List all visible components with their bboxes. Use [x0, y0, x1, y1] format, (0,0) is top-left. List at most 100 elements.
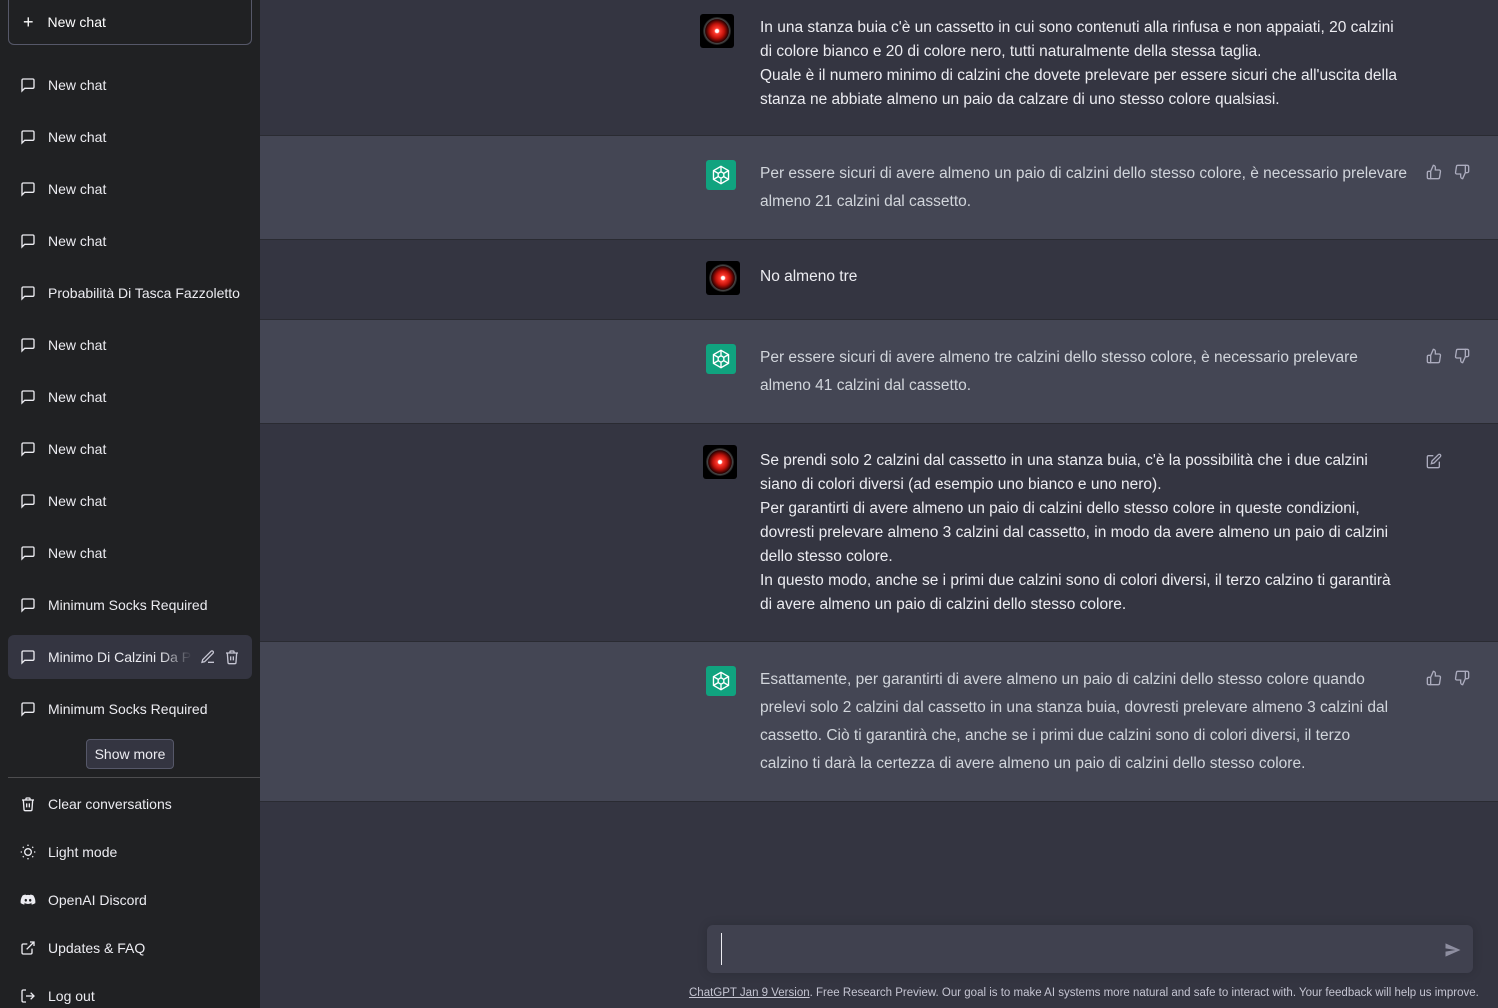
- chat-bubble-icon: [21, 234, 35, 249]
- message-text: Se prendi solo 2 calzini dal cassetto in…: [760, 449, 1415, 617]
- user-message: Se prendi solo 2 calzini dal cassetto in…: [260, 424, 1498, 642]
- message-text: Per essere sicuri di avere almeno tre ca…: [760, 344, 1415, 400]
- edit-message-button[interactable]: [1426, 453, 1442, 469]
- plus-icon: +: [23, 12, 34, 32]
- message-text: In una stanza buia c'è un cassetto in cu…: [760, 16, 1415, 112]
- assistant-message: Per essere sicuri di avere almeno tre ca…: [260, 320, 1498, 424]
- message-text: Per essere sicuri di avere almeno un pai…: [760, 160, 1415, 216]
- assistant-message: Esattamente, per garantirti di avere alm…: [260, 642, 1498, 802]
- send-icon[interactable]: [1443, 940, 1463, 960]
- chat-title: New chat: [48, 181, 107, 197]
- thumbs-up-icon[interactable]: [1426, 670, 1442, 686]
- sidebar-chat-item[interactable]: New chat: [8, 59, 252, 111]
- chat-bubble-icon: [21, 182, 35, 197]
- chat-title: Minimum Socks Required: [48, 597, 208, 613]
- sidebar-chat-item[interactable]: New chat: [8, 319, 252, 371]
- message-line: stanza ne abbiate almeno un paio da calz…: [760, 91, 1280, 108]
- message-text: No almeno tre: [760, 265, 1415, 289]
- new-chat-label: New chat: [47, 14, 106, 30]
- sidebar-chat-item[interactable]: New chat: [8, 527, 252, 579]
- clear-conversations-label: Clear conversations: [48, 796, 172, 812]
- sidebar-chat-item[interactable]: Minimum Socks Required: [8, 683, 252, 735]
- version-link[interactable]: ChatGPT Jan 9 Version: [689, 987, 810, 999]
- thumbs-down-icon[interactable]: [1454, 670, 1470, 686]
- message-line: di avere almeno un paio di calzini dello…: [760, 596, 1127, 613]
- logout-button[interactable]: Log out: [8, 972, 252, 1008]
- chat-bubble-icon: [21, 442, 35, 457]
- sidebar-chat-item[interactable]: Minimo Di Calzini Da Prelevare: [8, 635, 252, 679]
- hal-eye-icon: [706, 448, 734, 476]
- feedback-buttons: [1426, 348, 1470, 364]
- thumbs-down-icon[interactable]: [1454, 348, 1470, 364]
- openai-discord-label: OpenAI Discord: [48, 892, 147, 908]
- sidebar-chat-item[interactable]: New chat: [8, 215, 252, 267]
- user-avatar: [706, 261, 740, 295]
- sidebar-chat-item[interactable]: New chat: [8, 111, 252, 163]
- openai-logo-icon: [712, 671, 730, 691]
- updates-faq-link[interactable]: Updates & FAQ: [8, 924, 252, 972]
- message-line: Esattamente, per garantirti di avere alm…: [760, 671, 1365, 688]
- user-message: In una stanza buia c'è un cassetto in cu…: [260, 0, 1498, 136]
- chat-history-list: New chat New chat New chat New chat Probabil…: [8, 59, 252, 735]
- message-line: almeno 41 calzini dal cassetto.: [760, 377, 972, 394]
- message-line: Per essere sicuri di avere almeno un pai…: [760, 165, 1408, 182]
- sidebar-divider: [8, 777, 260, 778]
- sidebar-chat-item[interactable]: Probabilità Di Tasca Fazzoletto: [8, 267, 252, 319]
- logout-label: Log out: [48, 988, 95, 1004]
- chat-title: New chat: [48, 337, 107, 353]
- message-line: In una stanza buia c'è un cassetto in cu…: [760, 19, 1394, 36]
- chat-bubble-icon: [21, 130, 35, 145]
- prompt-box: [707, 925, 1473, 973]
- light-mode-label: Light mode: [48, 844, 118, 860]
- message-line: almeno 21 calzini dal cassetto.: [760, 193, 972, 210]
- light-mode-button[interactable]: Light mode: [8, 828, 252, 876]
- hal-eye-icon: [703, 17, 731, 45]
- sidebar-chat-item[interactable]: New chat: [8, 423, 252, 475]
- logout-icon: [21, 989, 35, 1003]
- message-line: Se prendi solo 2 calzini dal cassetto in…: [760, 452, 1368, 469]
- sidebar-chat-item[interactable]: New chat: [8, 475, 252, 527]
- chat-title: New chat: [48, 389, 107, 405]
- prompt-input[interactable]: [721, 933, 1421, 965]
- thumbs-up-icon[interactable]: [1426, 164, 1442, 180]
- thumbs-up-icon[interactable]: [1426, 348, 1442, 364]
- hal-eye-icon: [709, 264, 737, 292]
- trash-icon[interactable]: [224, 649, 240, 665]
- conversation-area: In una stanza buia c'è un cassetto in cu…: [260, 0, 1498, 1008]
- message-line: dello stesso colore.: [760, 548, 893, 565]
- feedback-buttons: [1426, 670, 1470, 686]
- sidebar-chat-item[interactable]: Minimum Socks Required: [8, 579, 252, 631]
- chat-title: New chat: [48, 545, 107, 561]
- chat-title: New chat: [48, 441, 107, 457]
- openai-logo-icon: [712, 349, 730, 369]
- chat-title: New chat: [48, 77, 107, 93]
- pencil-icon[interactable]: [200, 649, 216, 665]
- message-line: In questo modo, anche se i primi due cal…: [760, 572, 1391, 589]
- discord-icon: [20, 894, 36, 905]
- sidebar-chat-item[interactable]: New chat: [8, 371, 252, 423]
- openai-logo-icon: [712, 165, 730, 185]
- chat-title: Probabilità Di Tasca Fazzoletto: [48, 285, 240, 301]
- updates-faq-label: Updates & FAQ: [48, 940, 146, 956]
- user-message: No almeno tre: [260, 240, 1498, 320]
- openai-discord-link[interactable]: OpenAI Discord: [8, 876, 252, 924]
- clear-conversations-button[interactable]: Clear conversations: [8, 780, 252, 828]
- message-line: Per essere sicuri di avere almeno tre ca…: [760, 349, 1358, 366]
- chat-title: Minimum Socks Required: [48, 701, 208, 717]
- show-more-button[interactable]: Show more: [86, 739, 174, 769]
- edit-icon[interactable]: [1426, 453, 1442, 469]
- thumbs-down-icon[interactable]: [1454, 164, 1470, 180]
- message-line: calzino ti darà la certezza di avere alm…: [760, 755, 1306, 772]
- chat-title: New chat: [48, 129, 107, 145]
- chat-bubble-icon: [21, 286, 35, 301]
- sidebar-chat-item[interactable]: New chat: [8, 163, 252, 215]
- chat-bubble-icon: [21, 390, 35, 405]
- sidebar: + New chat New chat New chat New chat New c…: [0, 0, 260, 1008]
- message-line: Per garantirti di avere almeno un paio d…: [760, 500, 1360, 517]
- user-avatar: [700, 14, 734, 48]
- message-line: Quale è il numero minimo di calzini che …: [760, 67, 1398, 84]
- message-line: cassetto. Ciò ti garantirà che, anche se…: [760, 727, 1351, 744]
- new-chat-button[interactable]: + New chat: [8, 0, 252, 45]
- user-avatar: [703, 445, 737, 479]
- chat-bubble-icon: [21, 546, 35, 561]
